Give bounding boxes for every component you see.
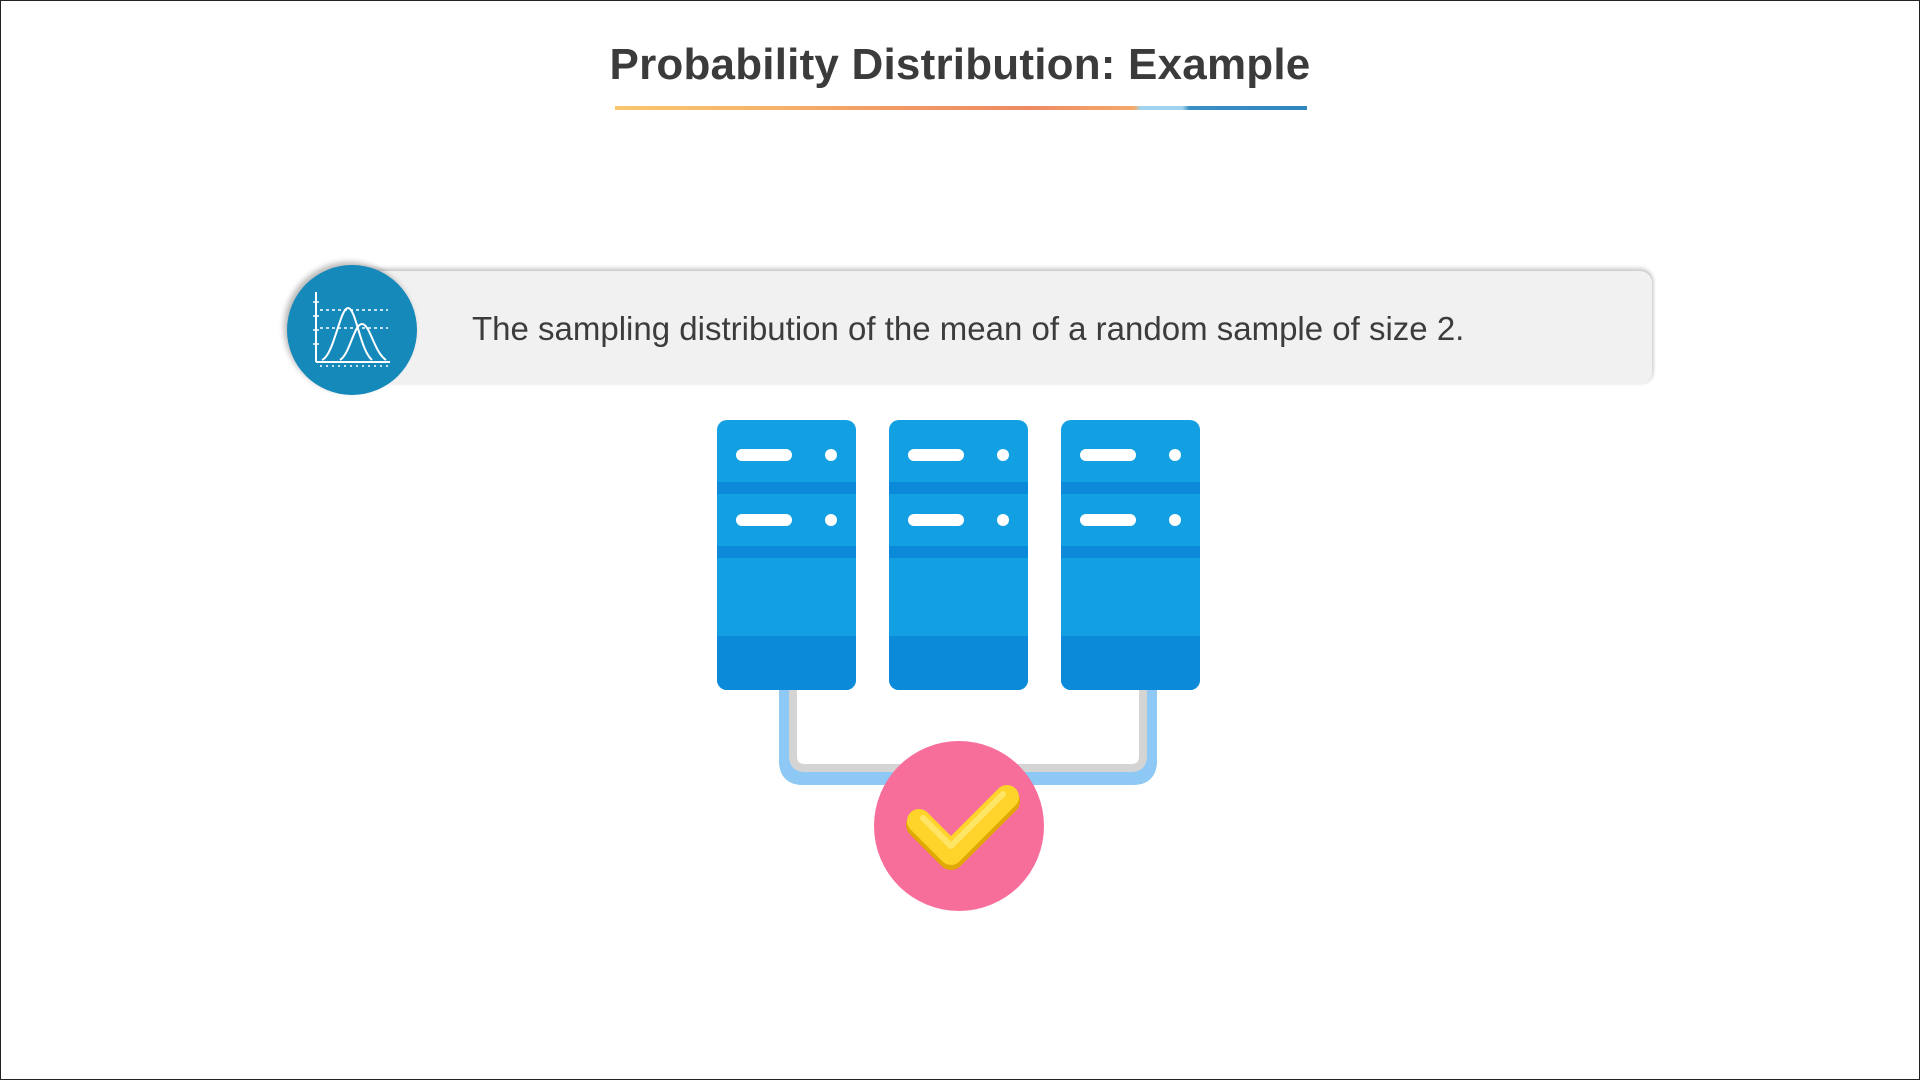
server-rack-middle (889, 420, 1028, 690)
server-racks-check-icon (701, 416, 1221, 921)
title-container: Probability Distribution: Example (1, 39, 1919, 91)
title-underline (615, 106, 1307, 110)
checkmark-icon (874, 741, 1044, 911)
server-rack-left (717, 420, 856, 690)
statement-text: The sampling distribution of the mean of… (472, 310, 1465, 347)
badge-circle (287, 265, 417, 395)
distribution-curve-icon (313, 292, 390, 367)
statement-banner: The sampling distribution of the mean of… (356, 271, 1652, 384)
page-title: Probability Distribution: Example (609, 40, 1311, 89)
slide: Probability Distribution: Example The sa… (0, 0, 1920, 1080)
server-rack-right (1061, 420, 1200, 690)
